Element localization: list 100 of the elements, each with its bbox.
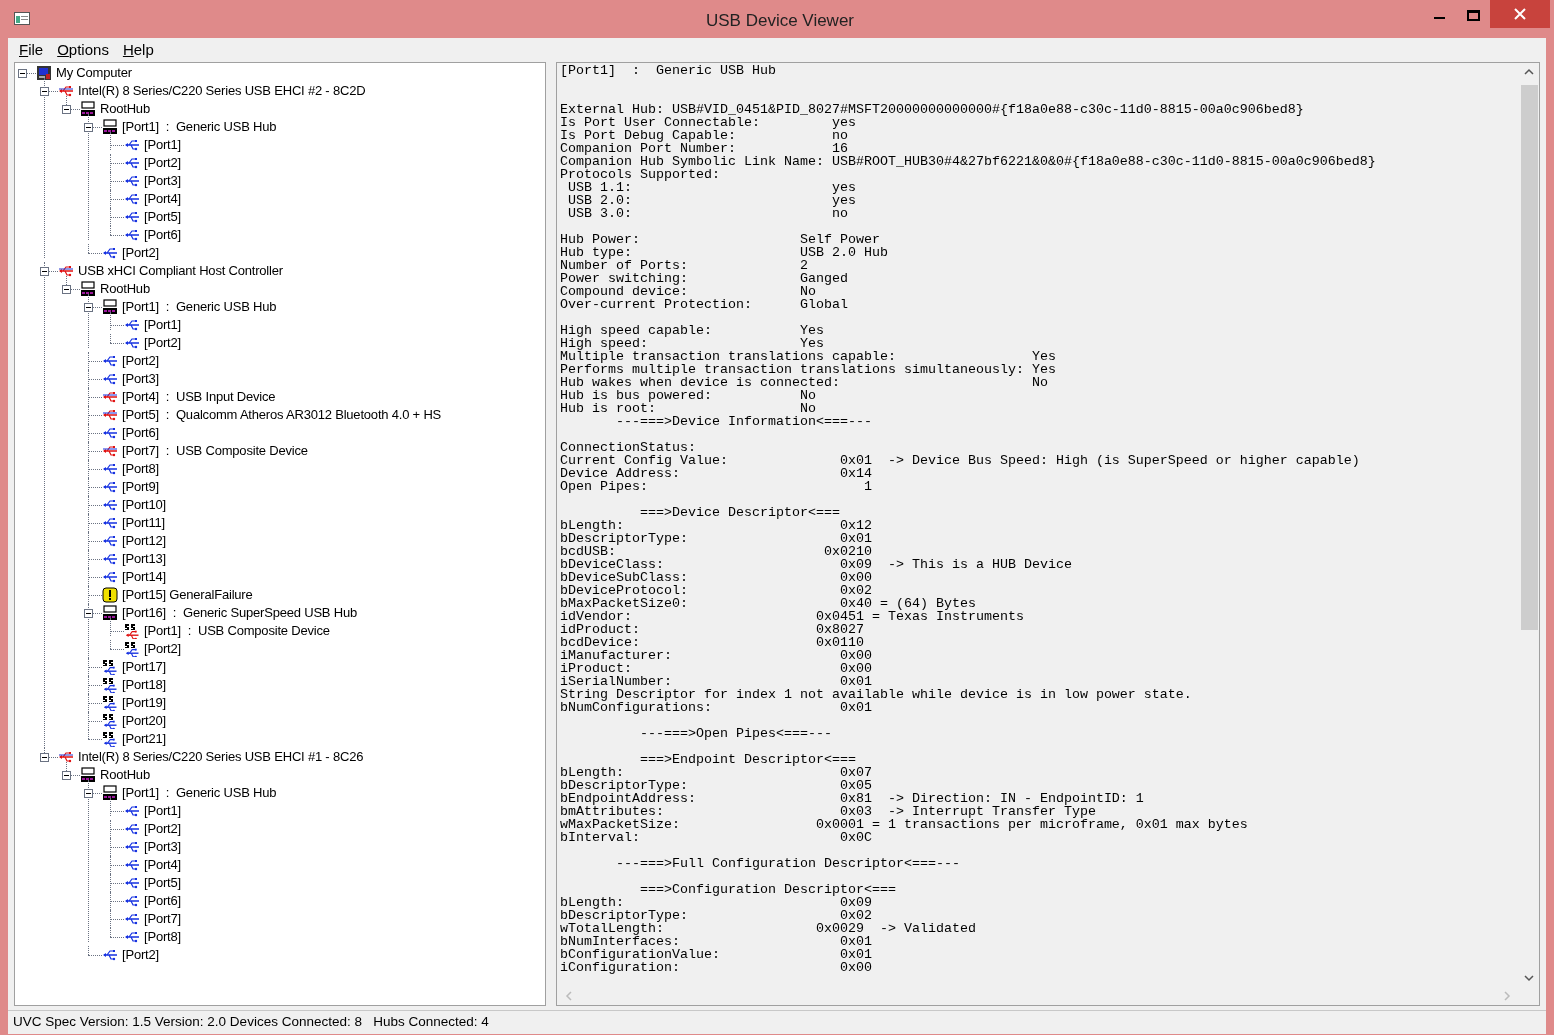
usb-icon xyxy=(102,461,118,477)
detail-line: Compound device: No xyxy=(560,285,816,298)
detail-line: bcdDevice: 0x0110 xyxy=(560,636,865,649)
tree-item[interactable]: [Port1] xyxy=(144,137,181,153)
tree-item[interactable]: [Port14] xyxy=(122,569,166,585)
usb-icon xyxy=(124,335,140,351)
expander-icon[interactable] xyxy=(84,609,93,618)
tree-item[interactable]: [Port8] xyxy=(122,461,159,477)
expander-icon[interactable] xyxy=(84,123,93,132)
scroll-down-icon[interactable] xyxy=(1523,972,1535,984)
tree-item[interactable]: [Port2] xyxy=(144,335,181,351)
tree-item[interactable]: [Port16] : Generic SuperSpeed USB Hub xyxy=(122,605,357,621)
detail-line: bDescriptorType: 0x02 xyxy=(560,909,873,922)
tree-item[interactable]: RootHub xyxy=(100,101,150,117)
tree-item[interactable]: [Port2] xyxy=(144,821,181,837)
expander-icon[interactable] xyxy=(62,771,71,780)
tree-item[interactable]: [Port6] xyxy=(122,425,159,441)
detail-line: ===>Configuration Descriptor<=== xyxy=(638,883,897,896)
tree-item[interactable]: [Port21] xyxy=(122,731,166,747)
tree-item[interactable]: [Port11] xyxy=(122,515,165,531)
expander-icon[interactable] xyxy=(40,753,49,762)
tree-item[interactable]: [Port5] : Qualcomm Atheros AR3012 Bluetooth 4.0 + HS xyxy=(122,407,442,423)
usb-icon xyxy=(124,209,140,225)
tree-item[interactable]: [Port19] xyxy=(122,695,166,711)
tree-item[interactable]: [Port3] xyxy=(144,839,181,855)
window-title: USB Device Viewer xyxy=(705,10,855,32)
tree-item[interactable]: [Port2] xyxy=(122,353,159,369)
tree-item[interactable]: [Port1] : Generic USB Hub xyxy=(122,299,277,315)
usb-device-icon xyxy=(102,407,118,423)
superspeed-usb-icon xyxy=(102,659,118,675)
menu-item[interactable]: Help xyxy=(122,38,154,62)
tree-item[interactable]: [Port6] xyxy=(144,893,181,909)
tree-item[interactable]: [Port2] xyxy=(144,155,181,171)
menu-item[interactable]: Options xyxy=(57,38,109,62)
tree-item[interactable]: [Port4] xyxy=(144,191,181,207)
detail-line: Number of Ports: 2 xyxy=(560,259,809,272)
expander-icon[interactable] xyxy=(84,303,93,312)
expander-icon[interactable] xyxy=(40,267,49,276)
tree-item[interactable]: My Computer xyxy=(56,65,132,81)
usb-icon xyxy=(124,317,140,333)
close-button[interactable] xyxy=(1490,0,1550,28)
tree-item[interactable]: [Port9] xyxy=(122,479,159,495)
tree-item[interactable]: [Port3] xyxy=(122,371,159,387)
tree-item[interactable]: [Port6] xyxy=(144,227,181,243)
hub-icon xyxy=(80,101,96,117)
tree-item[interactable]: [Port2] xyxy=(122,947,159,963)
detail-line: ===>Endpoint Descriptor<=== xyxy=(638,753,857,766)
warning-icon xyxy=(102,587,118,603)
detail-line: bNumInterfaces: 0x01 xyxy=(560,935,873,948)
tree-item[interactable]: [Port18] xyxy=(122,677,166,693)
expander-icon[interactable] xyxy=(84,789,93,798)
tree-item[interactable]: [Port7] xyxy=(144,911,181,927)
tree-item[interactable]: [Port1] xyxy=(144,803,181,819)
tree-item[interactable]: RootHub xyxy=(100,281,150,297)
expander-icon[interactable] xyxy=(40,87,49,96)
detail-line: Device Address: 0x14 xyxy=(560,467,873,480)
detail-line: ---===>Full Configuration Descriptor<===--- xyxy=(615,857,961,870)
tree-item[interactable]: [Port4] xyxy=(144,857,181,873)
expander-icon[interactable] xyxy=(62,285,71,294)
usb-icon xyxy=(102,551,118,567)
tree-item[interactable]: [Port10] xyxy=(122,497,166,513)
detail-line: Is Port User Connectable: yes xyxy=(560,116,856,129)
expander-icon[interactable] xyxy=(18,69,27,78)
superspeed-usb-device-icon xyxy=(124,623,140,639)
detail-line: bLength: 0x07 xyxy=(560,766,873,779)
tree-item[interactable]: [Port2] xyxy=(144,641,181,657)
tree-item[interactable]: [Port2] xyxy=(122,245,159,261)
usb-icon xyxy=(124,803,140,819)
tree-item[interactable]: [Port5] xyxy=(144,875,181,891)
tree-item[interactable]: [Port1] : Generic USB Hub xyxy=(122,785,277,801)
tree-item[interactable]: [Port5] xyxy=(144,209,181,225)
detail-line: bDescriptorType: 0x01 xyxy=(560,532,873,545)
tree-item[interactable]: [Port20] xyxy=(122,713,166,729)
detail-line: Hub is bus powered: No xyxy=(560,389,817,402)
tree-item[interactable]: [Port4] : USB Input Device xyxy=(122,389,276,405)
detail-line: Current Config Value: 0x01 -> Device Bus Speed: High (is SuperSpeed or higher capable) xyxy=(560,454,1361,467)
menu-item[interactable]: File xyxy=(19,38,44,62)
detail-line: Companion Port Number: 16 xyxy=(560,142,849,155)
tree-item[interactable]: [Port7] : USB Composite Device xyxy=(122,443,308,459)
tree-item[interactable]: Intel(R) 8 Series/C220 Series USB EHCI #1 - 8C26 xyxy=(78,749,364,765)
tree-item[interactable]: [Port3] xyxy=(144,173,181,189)
tree-item[interactable]: [Port1] xyxy=(144,317,181,333)
tree-item[interactable]: RootHub xyxy=(100,767,150,783)
detail-line: iManufacturer: 0x00 xyxy=(560,649,873,662)
usb-icon xyxy=(102,353,118,369)
tree-item[interactable]: [Port13] xyxy=(122,551,166,567)
detail-line: Hub Power: Self Power xyxy=(560,233,881,246)
expander-icon[interactable] xyxy=(62,105,71,114)
tree-item[interactable]: [Port15] GeneralFailure xyxy=(122,587,253,603)
tree-item[interactable]: [Port1] : Generic USB Hub xyxy=(122,119,277,135)
tree-item[interactable]: [Port1] : USB Composite Device xyxy=(144,623,330,639)
tree-item[interactable]: Intel(R) 8 Series/C220 Series USB EHCI #2 - 8C2D xyxy=(78,83,366,99)
tree-item[interactable]: USB xHCI Compliant Host Controller xyxy=(78,263,283,279)
tree-item[interactable]: [Port17] xyxy=(122,659,166,675)
detail-line: idVendor: 0x0451 = Texas Instruments xyxy=(560,610,1025,623)
scrollbar-thumb[interactable] xyxy=(1520,85,1538,630)
tree-item[interactable]: [Port12] xyxy=(122,533,166,549)
detail-line: Multiple transaction translations capable: Yes xyxy=(560,350,1057,363)
hub-icon xyxy=(80,767,96,783)
tree-item[interactable]: [Port8] xyxy=(144,929,181,945)
